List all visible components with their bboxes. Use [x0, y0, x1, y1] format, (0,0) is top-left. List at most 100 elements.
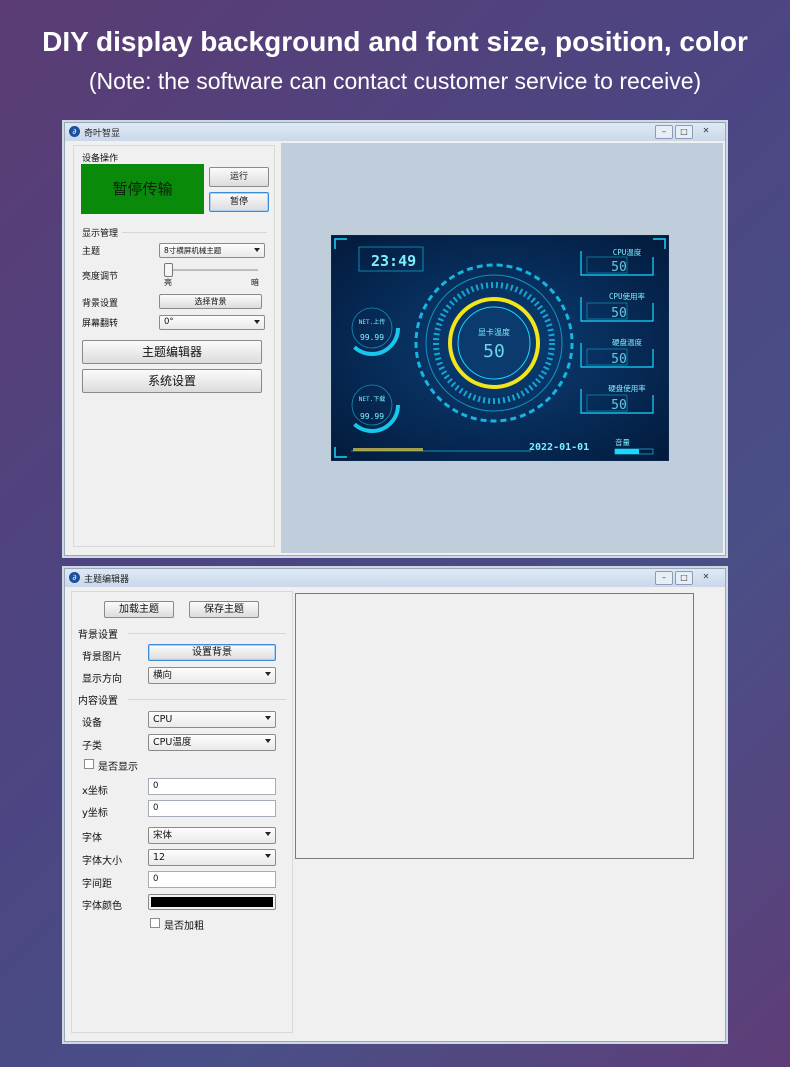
device-value: CPU	[153, 714, 173, 725]
orientation-select[interactable]: 横向	[148, 667, 276, 684]
minimize-icon[interactable]: –	[655, 125, 673, 139]
save-theme-button[interactable]: 保存主题	[189, 601, 259, 618]
subclass-select[interactable]: CPU温度	[148, 734, 276, 751]
select-background-button[interactable]: 选择背景	[159, 294, 262, 309]
chevron-down-icon	[254, 248, 260, 252]
preview-net-up-label: NET.上传	[359, 318, 385, 326]
x-coordinate-label: x坐标	[82, 786, 108, 797]
chevron-down-icon	[265, 672, 271, 676]
device-ops-group-label: 设备操作	[82, 154, 119, 164]
close-icon[interactable]: ✕	[695, 125, 717, 137]
screen-rotate-label: 屏幕翻转	[82, 319, 119, 329]
app-logo-icon: ∂	[69, 572, 80, 583]
preview-net-down-label: NET.下载	[359, 395, 385, 403]
theme-preview-screen: 23:49 显卡温度 50 NET.上传 99.99 NET.下载 99.99 …	[331, 235, 669, 461]
font-label: 字体	[82, 833, 102, 844]
theme-select-value: 8寸横屏机械主题	[164, 246, 222, 255]
brightness-low-label: 暗	[251, 278, 259, 287]
preview-cpu-temp-label: CPU温度	[613, 247, 642, 257]
load-theme-button[interactable]: 加载主题	[104, 601, 174, 618]
theme-editor-button[interactable]: 主题编辑器	[82, 340, 262, 364]
font-size-select[interactable]: 12	[148, 849, 276, 866]
font-size-label: 字体大小	[82, 856, 122, 867]
app-logo-icon: ∂	[69, 126, 80, 137]
preview-clock: 23:49	[371, 252, 416, 270]
set-background-button[interactable]: 设置背景	[148, 644, 276, 661]
preview-net-up-value: 99.99	[360, 333, 384, 342]
display-mgmt-divider	[122, 232, 267, 233]
letter-spacing-label: 字间距	[82, 879, 112, 890]
theme-select[interactable]: 8寸横屏机械主题	[159, 243, 265, 258]
screen-rotate-select[interactable]: 0°	[159, 315, 265, 330]
preview-volume-bar	[615, 449, 639, 454]
chevron-down-icon	[265, 854, 271, 858]
maximize-icon[interactable]: □	[675, 125, 693, 139]
preview-area: 23:49 显卡温度 50 NET.上传 99.99 NET.下载 99.99 …	[281, 143, 723, 553]
run-button[interactable]: 运行	[209, 167, 269, 187]
main-left-panel: 设备操作 暂停传输 运行 暂停 显示管理 主题 8寸横屏机械主题 亮度调节 亮 …	[73, 145, 275, 547]
content-settings-divider	[128, 699, 286, 700]
preview-net-down-value: 99.99	[360, 412, 384, 421]
editor-window-title: 主题编辑器	[84, 575, 130, 585]
bold-checkbox[interactable]	[150, 918, 160, 928]
brightness-slider-track[interactable]	[166, 269, 258, 271]
editor-titlebar[interactable]: ∂ 主题编辑器 – □ ✕	[65, 569, 725, 587]
transfer-status-panel: 暂停传输	[81, 164, 204, 214]
chevron-down-icon	[265, 832, 271, 836]
system-settings-button[interactable]: 系统设置	[82, 369, 262, 393]
subclass-label: 子类	[82, 741, 102, 752]
bg-settings-divider	[128, 633, 286, 634]
font-value: 宋体	[153, 830, 173, 841]
pause-button[interactable]: 暂停	[209, 192, 269, 212]
editor-window: ∂ 主题编辑器 – □ ✕ 加载主题 保存主题 背景设置 背景图片 设置背景 显…	[64, 568, 726, 1042]
minimize-icon[interactable]: –	[655, 571, 673, 585]
editor-left-panel: 加载主题 保存主题 背景设置 背景图片 设置背景 显示方向 横向 内容设置 设备…	[71, 591, 293, 1033]
font-select[interactable]: 宋体	[148, 827, 276, 844]
bold-label: 是否加粗	[164, 921, 204, 932]
preview-volume-label: 音量	[615, 437, 630, 447]
preview-cpu-use-label: CPU使用率	[609, 291, 646, 301]
preview-gpu-value: 50	[483, 341, 505, 362]
preview-disk-temp-label: 硬盘温度	[612, 337, 642, 347]
x-coordinate-input[interactable]: 0	[148, 778, 276, 795]
close-icon[interactable]: ✕	[695, 571, 717, 583]
orientation-label: 显示方向	[82, 674, 122, 685]
main-titlebar[interactable]: ∂ 奇叶智显 – □ ✕	[65, 123, 725, 141]
preview-disk-use-value: 50	[611, 398, 627, 413]
font-size-value: 12	[153, 852, 166, 863]
banner-title: DIY display background and font size, po…	[42, 26, 748, 57]
y-coordinate-label: y坐标	[82, 808, 108, 819]
preview-date: 2022-01-01	[529, 442, 589, 453]
show-label: 是否显示	[98, 762, 138, 773]
brightness-slider-thumb[interactable]	[164, 263, 173, 277]
editor-canvas[interactable]	[295, 593, 694, 859]
letter-spacing-input[interactable]: 0	[148, 871, 276, 888]
brightness-high-label: 亮	[164, 278, 172, 287]
preview-cpu-temp-value: 50	[611, 260, 627, 275]
bg-image-label: 背景图片	[82, 652, 122, 663]
preview-disk-use-label: 硬盘使用率	[608, 383, 646, 393]
content-settings-group-label: 内容设置	[78, 696, 118, 707]
orientation-value: 横向	[153, 670, 173, 681]
show-checkbox[interactable]	[84, 759, 94, 769]
device-label: 设备	[82, 718, 102, 729]
font-color-swatch[interactable]	[148, 894, 276, 910]
device-select[interactable]: CPU	[148, 711, 276, 728]
chevron-down-icon	[265, 739, 271, 743]
y-coordinate-input[interactable]: 0	[148, 800, 276, 817]
font-color-label: 字体颜色	[82, 901, 122, 912]
banner-subtitle: (Note: the software can contact customer…	[88, 68, 702, 94]
maximize-icon[interactable]: □	[675, 571, 693, 585]
preview-gpu-label: 显卡温度	[478, 327, 510, 337]
preview-cpu-use-value: 50	[611, 306, 627, 321]
font-color-swatch-fill	[151, 897, 273, 907]
theme-label: 主题	[82, 247, 101, 257]
screen-rotate-value: 0°	[164, 317, 174, 327]
background-label: 背景设置	[82, 299, 119, 309]
chevron-down-icon	[265, 716, 271, 720]
main-window: ∂ 奇叶智显 – □ ✕ 设备操作 暂停传输 运行 暂停 显示管理 主题 8寸横…	[64, 122, 726, 556]
subclass-value: CPU温度	[153, 737, 192, 748]
chevron-down-icon	[254, 320, 260, 324]
brightness-label: 亮度调节	[82, 272, 119, 282]
bg-settings-group-label: 背景设置	[78, 630, 118, 641]
